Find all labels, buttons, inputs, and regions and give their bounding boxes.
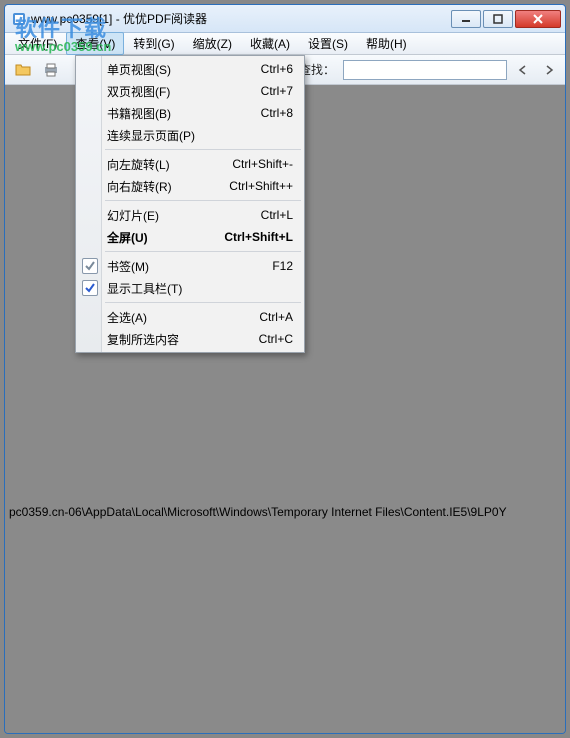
menu-entry-label: 显示工具栏(T) xyxy=(107,280,182,297)
menu-entry-label: 连续显示页面(P) xyxy=(107,127,195,144)
menu-entry[interactable]: 显示工具栏(T) xyxy=(77,277,303,299)
menu-entry-label: 单页视图(S) xyxy=(107,61,171,78)
open-file-button[interactable] xyxy=(11,58,35,82)
menu-entry[interactable]: 向右旋转(R) Ctrl+Shift++ xyxy=(77,175,303,197)
menu-entry-label: 双页视图(F) xyxy=(107,83,170,100)
menu-entry-label: 书签(M) xyxy=(107,258,149,275)
menu-entry-shortcut: Ctrl+Shift+L xyxy=(212,230,293,244)
menu-entry-label: 书籍视图(B) xyxy=(107,105,171,122)
menu-entry[interactable]: 双页视图(F) Ctrl+7 xyxy=(77,80,303,102)
menu-entry-label: 向左旋转(L) xyxy=(107,156,170,173)
menu-entry-shortcut: Ctrl+8 xyxy=(249,106,293,120)
menu-entry-shortcut: F12 xyxy=(260,259,293,273)
menu-entry-label: 全选(A) xyxy=(107,309,147,326)
menu-item[interactable]: 缩放(Z) xyxy=(184,32,241,55)
menu-item[interactable]: 文件(F) xyxy=(9,32,66,55)
file-path-text: pc0359.cn-06\AppData\Local\Microsoft\Win… xyxy=(9,505,561,519)
menu-entry-shortcut: Ctrl+6 xyxy=(249,62,293,76)
menu-entry-label: 全屏(U) xyxy=(107,229,148,246)
menu-entry[interactable]: 书签(M) F12 xyxy=(77,255,303,277)
menu-item[interactable]: 设置(S) xyxy=(299,32,357,55)
menu-entry-label: 向右旋转(R) xyxy=(107,178,172,195)
menu-entry-shortcut: Ctrl+L xyxy=(249,208,293,222)
menu-entry-shortcut: Ctrl+Shift++ xyxy=(217,179,293,193)
menu-separator xyxy=(105,149,301,150)
menu-item[interactable]: 查看(V) xyxy=(66,32,124,55)
search-next-button[interactable] xyxy=(539,60,559,80)
menu-entry[interactable]: 幻灯片(E) Ctrl+L xyxy=(77,204,303,226)
menu-entry[interactable]: 书籍视图(B) Ctrl+8 xyxy=(77,102,303,124)
menu-entry-label: 幻灯片(E) xyxy=(107,207,159,224)
menu-entry-shortcut: Ctrl+Shift+- xyxy=(220,157,293,171)
menu-entry-label: 复制所选内容 xyxy=(107,331,179,348)
print-button[interactable] xyxy=(39,58,63,82)
menu-bar: 文件(F)查看(V)转到(G)缩放(Z)收藏(A)设置(S)帮助(H) xyxy=(5,33,565,55)
search-input[interactable] xyxy=(343,60,507,80)
menu-entry[interactable]: 复制所选内容 Ctrl+C xyxy=(77,328,303,350)
window-title: www.pc0359[1] - 优优PDF阅读器 xyxy=(31,10,451,27)
checkbox-blank xyxy=(82,258,98,274)
menu-entry[interactable]: 向左旋转(L) Ctrl+Shift+- xyxy=(77,153,303,175)
menu-item[interactable]: 转到(G) xyxy=(124,32,183,55)
title-bar: www.pc0359[1] - 优优PDF阅读器 xyxy=(5,5,565,33)
check-icon xyxy=(82,280,98,296)
menu-separator xyxy=(105,302,301,303)
maximize-button[interactable] xyxy=(483,10,513,28)
menu-item[interactable]: 收藏(A) xyxy=(241,32,299,55)
menu-entry[interactable]: 连续显示页面(P) xyxy=(77,124,303,146)
app-icon xyxy=(11,11,27,27)
search-prev-button[interactable] xyxy=(513,60,533,80)
view-menu-dropdown: 单页视图(S) Ctrl+6 双页视图(F) Ctrl+7 书籍视图(B) Ctrl+8 连… xyxy=(75,55,305,353)
menu-separator xyxy=(105,251,301,252)
app-window: www.pc0359[1] - 优优PDF阅读器 文件(F)查看(V)转到(G)… xyxy=(4,4,566,734)
menu-separator xyxy=(105,200,301,201)
menu-entry-shortcut: Ctrl+C xyxy=(247,332,293,346)
menu-entry[interactable]: 全屏(U) Ctrl+Shift+L xyxy=(77,226,303,248)
minimize-button[interactable] xyxy=(451,10,481,28)
menu-entry-shortcut: Ctrl+A xyxy=(247,310,293,324)
menu-item[interactable]: 帮助(H) xyxy=(357,32,416,55)
menu-entry[interactable]: 单页视图(S) Ctrl+6 xyxy=(77,58,303,80)
close-button[interactable] xyxy=(515,10,561,28)
menu-entry-shortcut: Ctrl+7 xyxy=(249,84,293,98)
window-controls xyxy=(451,10,561,28)
menu-entry[interactable]: 全选(A) Ctrl+A xyxy=(77,306,303,328)
